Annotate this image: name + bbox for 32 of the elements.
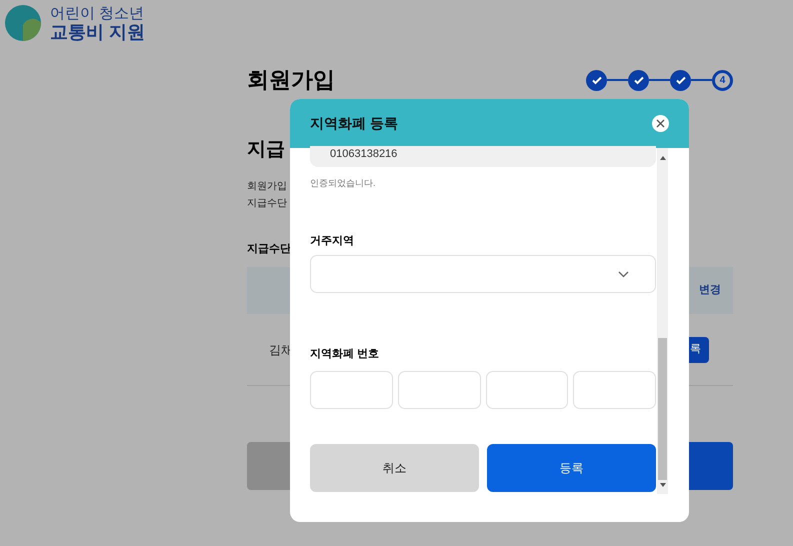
logo-text: 어린이 청소년: [50, 6, 146, 20]
check-icon: [590, 74, 602, 86]
intro-text: 지급수단: [247, 196, 287, 210]
scroll-up-icon: [660, 156, 666, 160]
scrollbar-thumb[interactable]: [658, 338, 667, 480]
step-indicator: 4: [712, 70, 733, 90]
close-button[interactable]: [652, 115, 669, 132]
verified-message: 인증되었습니다.: [310, 177, 376, 190]
region-label: 거주지역: [310, 234, 354, 248]
card-number-field[interactable]: [486, 370, 568, 408]
intro-text: 회원가입: [247, 180, 287, 194]
logo-icon: [4, 4, 42, 42]
cancel-button[interactable]: 취소: [310, 444, 479, 492]
card-number-field[interactable]: [573, 370, 656, 408]
card-number-label: 지역화폐 번호: [310, 347, 380, 362]
page-title: 회원가입: [247, 67, 335, 93]
card-number-field[interactable]: [310, 370, 393, 408]
chevron-down-icon: [618, 270, 629, 278]
dialog-title: 지역화폐 등록: [310, 114, 398, 133]
close-icon: [656, 119, 665, 128]
check-icon: [632, 74, 644, 86]
card-number-field[interactable]: [398, 370, 480, 408]
scroll-down-icon: [660, 483, 666, 487]
logo-text: 교통비 지원: [50, 22, 146, 40]
phone-value: 01063138216: [330, 147, 398, 162]
scrollbar[interactable]: [657, 148, 668, 494]
region-select[interactable]: [310, 255, 656, 293]
method-label: 지급수단: [247, 242, 291, 256]
section-title: 지급: [247, 138, 285, 162]
header-text: 변경: [699, 283, 721, 298]
check-icon: [674, 74, 686, 86]
register-button[interactable]: 등록: [487, 444, 656, 492]
